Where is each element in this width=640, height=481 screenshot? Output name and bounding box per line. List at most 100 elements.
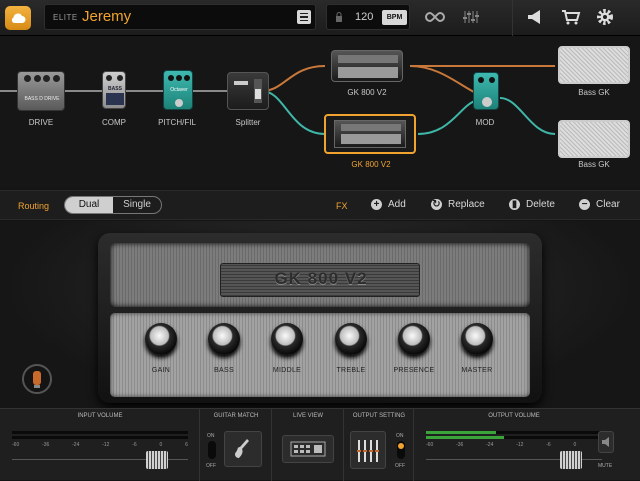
routing-dual-button[interactable]: Dual (65, 197, 113, 213)
tube-icon[interactable] (22, 364, 52, 394)
guitar-match-title: GUITAR MATCH (213, 413, 259, 419)
treble-label: TREBLE (336, 367, 366, 374)
output-setting-title: OUTPUT SETTING (352, 413, 406, 419)
treble-knob[interactable] (335, 323, 367, 355)
presence-knob[interactable] (398, 323, 430, 355)
loop-icon[interactable] (424, 7, 446, 27)
routing-bar: Routing Dual Single FX + Add ↻ Replace ▮ De… (0, 190, 640, 220)
replace-icon: ↻ (431, 199, 442, 210)
splitter[interactable] (227, 72, 269, 110)
signal-cables (0, 65, 556, 135)
output-setting-toggle[interactable] (397, 441, 405, 459)
amp-label-a: GK 800 V2 (347, 88, 387, 97)
input-volume-section: INPUT VOLUME -60 -36 -24 -12 -6 0 6 (0, 409, 200, 481)
drive-pedal[interactable]: BASS D DRIVE (17, 71, 65, 111)
live-view-title: LIVE VIEW (292, 413, 323, 419)
preset-selector[interactable]: ELITE Jeremy (44, 4, 316, 30)
input-scale: -60 -36 -24 -12 -6 0 6 (12, 442, 188, 448)
pedal-label-pitch-filter: PITCH/FIL (158, 118, 196, 127)
presence-label: PRESENCE (393, 367, 435, 374)
output-meter-r (426, 436, 602, 439)
input-meter-r (12, 436, 188, 439)
cart-icon[interactable] (560, 7, 582, 27)
amp-grille: GK 800 V2 (220, 263, 420, 297)
replace-button[interactable]: ↻ Replace (431, 199, 485, 210)
clear-icon: − (579, 199, 590, 210)
input-meter-l (12, 431, 188, 434)
amp-front-panel: GK 800 V2 (110, 243, 530, 307)
gain-label: GAIN (151, 367, 171, 374)
live-view-section: LIVE VIEW (272, 409, 344, 481)
top-bar: ELITE Jeremy 120 BPM (0, 0, 640, 36)
routing-toggle: Dual Single (64, 196, 162, 214)
clear-button[interactable]: − Clear (579, 199, 620, 210)
middle-knob[interactable] (271, 323, 303, 355)
add-button[interactable]: + Add (371, 199, 406, 210)
bpm-value[interactable]: 120 (355, 11, 373, 23)
pedal-label-drive: DRIVE (28, 118, 54, 127)
pedal-face-text: BASS (108, 86, 122, 92)
cloud-icon[interactable] (5, 6, 31, 30)
amp-head: GK 800 V2 GAIN BASS MIDDLE TREBLE PRESEN… (98, 233, 542, 403)
cabinet-b[interactable] (558, 120, 630, 158)
replace-label: Replace (448, 199, 485, 210)
mute-label: MUTE (598, 463, 613, 469)
pitch-filter-pedal[interactable]: Octaver (163, 70, 193, 110)
trash-icon: ▮ (509, 199, 520, 210)
menu-icon[interactable] (297, 10, 311, 24)
amp-gk800-a[interactable] (331, 50, 403, 82)
pedal-face-text: BASS D DRIVE (24, 96, 60, 102)
guitar-match-on-label: ON (207, 433, 215, 439)
amp-gk800-b-selected[interactable] (324, 114, 416, 154)
output-setting-off-label: OFF (395, 463, 405, 469)
routing-single-button[interactable]: Single (113, 197, 161, 213)
live-view-icon[interactable] (282, 435, 334, 463)
output-setting-on-label: ON (396, 433, 404, 439)
bottom-controls: INPUT VOLUME -60 -36 -24 -12 -6 0 6 GUITAR MAT… (0, 408, 640, 481)
mixer-icon[interactable] (460, 7, 482, 27)
pedal-label-mod: MOD (475, 118, 495, 127)
master-knob[interactable] (461, 323, 493, 355)
amp-label-b: GK 800 V2 (351, 160, 391, 169)
cabinet-label-b: Bass GK (578, 160, 610, 169)
output-scale: -60-36-24-12-606 (426, 442, 602, 448)
mute-button[interactable] (598, 431, 614, 453)
gear-icon[interactable] (594, 7, 616, 27)
bass-label: BASS (214, 367, 234, 374)
routing-label: Routing (18, 201, 50, 211)
master-label: MASTER (461, 367, 493, 374)
guitar-icon[interactable] (224, 431, 262, 467)
bpm-button[interactable]: BPM (382, 10, 407, 25)
amp-name: GK 800 V2 (274, 269, 368, 288)
delete-label: Delete (526, 199, 555, 210)
preset-name[interactable]: Jeremy (82, 8, 131, 25)
guitar-match-section: GUITAR MATCH ON OFF (200, 409, 272, 481)
bpm-control: 120 BPM (326, 4, 410, 30)
output-volume-section: OUTPUT VOLUME -60-36-24-12-606 MUTE (414, 409, 640, 481)
guitar-match-toggle[interactable] (208, 441, 216, 459)
mod-pedal[interactable] (473, 72, 499, 110)
amp-stage: GK 800 V2 GAIN BASS MIDDLE TREBLE PRESEN… (0, 221, 640, 408)
add-label: Add (388, 199, 406, 210)
input-volume-slider[interactable] (146, 451, 168, 469)
clear-label: Clear (596, 199, 620, 210)
output-setting-section: OUTPUT SETTING ON OFF (344, 409, 414, 481)
cabinet-a[interactable] (558, 46, 630, 84)
fx-label: FX (336, 201, 348, 211)
gain-knob[interactable] (145, 323, 177, 355)
divider (512, 0, 513, 36)
bass-knob[interactable] (208, 323, 240, 355)
output-volume-slider[interactable] (560, 451, 582, 469)
signal-chain: BASS D DRIVE DRIVE BASS COMP Octaver PIT… (0, 36, 640, 188)
eq-icon[interactable] (350, 431, 386, 469)
tier-label: ELITE (53, 13, 78, 22)
cabinet-label-a: Bass GK (578, 88, 610, 97)
delete-button[interactable]: ▮ Delete (509, 199, 555, 210)
lock-icon[interactable] (335, 12, 343, 22)
announce-icon[interactable] (524, 7, 546, 27)
splitter-label: Splitter (235, 118, 261, 127)
pedal-face-text: Octaver (170, 87, 188, 93)
guitar-match-off-label: OFF (206, 463, 216, 469)
output-meter-l (426, 431, 602, 434)
comp-pedal[interactable]: BASS (102, 71, 126, 109)
